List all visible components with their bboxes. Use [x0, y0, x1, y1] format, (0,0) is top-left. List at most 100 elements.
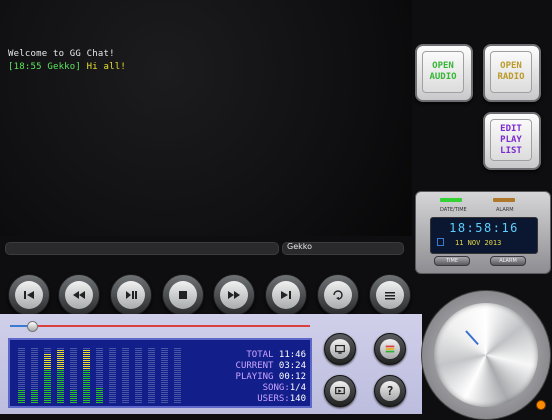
vu-segment — [174, 394, 181, 395]
vu-segment — [174, 370, 181, 371]
help-button[interactable]: ? — [374, 375, 406, 407]
vu-segment — [109, 382, 116, 383]
vu-bar — [44, 348, 51, 404]
vu-segment — [109, 376, 116, 377]
vu-segment — [109, 384, 116, 385]
vu-segment — [96, 358, 103, 359]
alarm-button[interactable]: ALARM — [490, 256, 526, 266]
vu-segment — [70, 354, 77, 355]
time-button[interactable]: TIME — [434, 256, 470, 266]
rewind-button[interactable] — [58, 274, 100, 316]
seek-bar[interactable] — [10, 325, 310, 327]
stop-button[interactable] — [162, 274, 204, 316]
current-row: CURRENT 03:24 — [236, 361, 306, 372]
volume-indicator — [465, 330, 479, 346]
vu-segment — [57, 368, 64, 369]
vu-segment — [57, 350, 64, 351]
vu-segment — [70, 392, 77, 393]
vu-segment — [135, 350, 142, 351]
vu-segment — [161, 386, 168, 387]
vu-segment — [122, 402, 129, 403]
equalizer-button[interactable] — [374, 333, 406, 365]
vu-segment — [135, 370, 142, 371]
screen-button[interactable] — [324, 333, 356, 365]
vu-segment — [148, 364, 155, 365]
vu-segment — [161, 362, 168, 363]
vu-segment — [31, 392, 38, 393]
play-pause-button[interactable] — [110, 274, 152, 316]
vu-segment — [18, 378, 25, 379]
vu-segment — [135, 364, 142, 365]
vu-segment — [18, 364, 25, 365]
vu-segment — [96, 376, 103, 377]
vu-segment — [122, 368, 129, 369]
vu-segment — [70, 388, 77, 389]
vu-segment — [135, 376, 142, 377]
vu-segment — [31, 374, 38, 375]
vu-segment — [44, 380, 51, 381]
vu-segment — [57, 364, 64, 365]
vu-segment — [109, 356, 116, 357]
edit-playlist-button[interactable]: EDIT PLAY LIST — [483, 112, 541, 170]
vu-segment — [174, 348, 181, 349]
stats-readout: TOTAL 11:46 CURRENT 03:24 PLAYING 00:12 … — [236, 350, 306, 405]
chat-input[interactable] — [5, 242, 279, 255]
vu-segment — [83, 366, 90, 367]
fast-forward-button[interactable] — [213, 274, 255, 316]
vu-segment — [148, 402, 155, 403]
vu-segment — [31, 356, 38, 357]
vu-segment — [44, 362, 51, 363]
options-icon — [385, 292, 395, 300]
vu-segment — [83, 374, 90, 375]
playing-value: 00:12 — [278, 372, 306, 382]
vu-segment — [161, 360, 168, 361]
vu-segment — [122, 396, 129, 397]
skip-next-icon — [281, 291, 291, 299]
vu-segment — [70, 364, 77, 365]
edit-playlist-label: EDIT PLAY LIST — [490, 119, 532, 161]
vu-segment — [174, 398, 181, 399]
vu-segment — [109, 386, 116, 387]
vu-segment — [161, 372, 168, 373]
vu-segment — [122, 352, 129, 353]
vu-segment — [148, 358, 155, 359]
vu-segment — [57, 382, 64, 383]
vu-segment — [70, 374, 77, 375]
vu-segment — [44, 376, 51, 377]
seek-handle[interactable] — [27, 321, 38, 332]
vu-bar — [96, 348, 103, 404]
vu-segment — [96, 348, 103, 349]
vu-segment — [18, 380, 25, 381]
vu-segment — [83, 394, 90, 395]
vu-segment — [18, 366, 25, 367]
vu-segment — [161, 374, 168, 375]
vu-segment — [44, 350, 51, 351]
vu-segment — [31, 358, 38, 359]
vu-segment — [174, 390, 181, 391]
total-label: TOTAL — [246, 350, 274, 360]
loop-button[interactable] — [317, 274, 359, 316]
vu-segment — [135, 384, 142, 385]
open-radio-button[interactable]: OPEN RADIO — [483, 44, 541, 102]
vu-segment — [109, 398, 116, 399]
display-button[interactable] — [324, 375, 356, 407]
open-audio-button[interactable]: OPEN AUDIO — [415, 44, 473, 102]
vu-segment — [109, 370, 116, 371]
vu-segment — [96, 356, 103, 357]
vu-segment — [70, 400, 77, 401]
vu-segment — [148, 372, 155, 373]
vu-segment — [44, 400, 51, 401]
vu-segment — [109, 358, 116, 359]
next-button[interactable] — [265, 274, 307, 316]
vu-segment — [174, 358, 181, 359]
vu-segment — [31, 376, 38, 377]
vu-segment — [44, 364, 51, 365]
vu-segment — [44, 402, 51, 403]
vu-segment — [109, 400, 116, 401]
options-button[interactable] — [369, 274, 411, 316]
volume-knob[interactable] — [421, 290, 551, 420]
previous-button[interactable] — [8, 274, 50, 316]
vu-segment — [148, 350, 155, 351]
vu-segment — [174, 366, 181, 367]
fast-forward-icon — [228, 291, 240, 299]
